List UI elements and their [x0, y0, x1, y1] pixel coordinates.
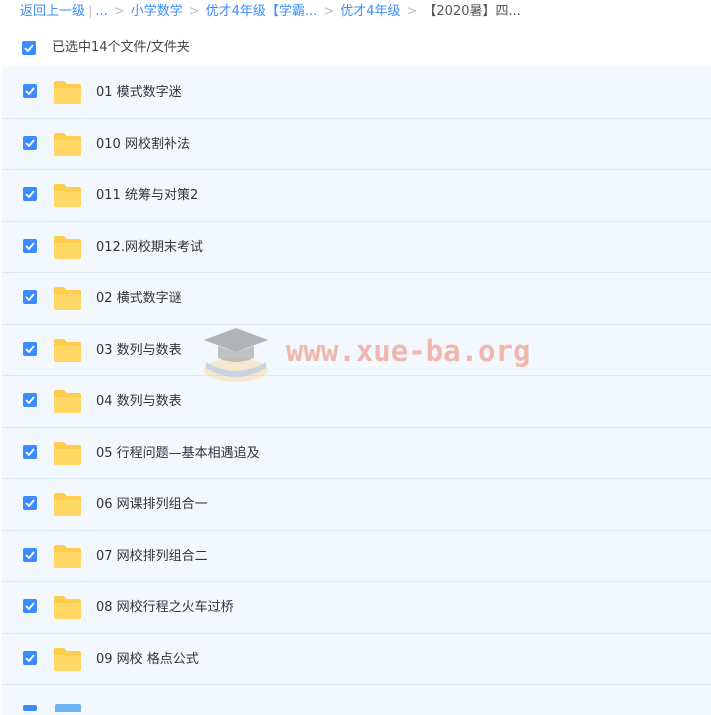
file-name[interactable]: 02 横式数字谜: [96, 289, 182, 309]
breadcrumb-divider: |: [88, 4, 93, 19]
file-row[interactable]: 07 网校排列组合二: [2, 530, 711, 582]
breadcrumb-item-1[interactable]: 小学数学: [131, 4, 183, 19]
file-name[interactable]: 01 模式数字迷: [96, 83, 182, 103]
file-row[interactable]: 02 横式数字谜: [2, 273, 711, 325]
select-all-checkbox[interactable]: [22, 41, 36, 55]
file-name[interactable]: 012.网校期末考试: [96, 238, 203, 258]
breadcrumb-item-3[interactable]: 优才4年级: [340, 4, 400, 19]
folder-icon: [53, 183, 82, 208]
folder-icon: [53, 595, 82, 620]
selection-count-label: 已选中14个文件/文件夹: [52, 40, 190, 55]
file-checkbox[interactable]: [23, 187, 37, 201]
folder-icon: [53, 544, 82, 569]
folder-icon: [53, 492, 82, 517]
file-name[interactable]: 05 行程问题—基本相遇追及: [96, 444, 260, 464]
file-name[interactable]: 010 网校割补法: [96, 135, 190, 155]
file-name[interactable]: 06 网课排列组合一: [96, 495, 208, 515]
select-all: 已选中14个文件/文件夹: [22, 37, 190, 59]
file-row[interactable]: 03 数列与数表: [2, 324, 711, 376]
file-name[interactable]: 07 网校排列组合二: [96, 547, 208, 567]
folder-icon: [53, 132, 82, 157]
file-name[interactable]: 04 数列与数表: [96, 392, 182, 412]
file-checkbox[interactable]: [23, 238, 37, 253]
file-checkbox[interactable]: [23, 599, 37, 613]
file-row[interactable]: 011 统筹与对策2: [2, 170, 711, 222]
file-row[interactable]: 09 网校 格点公式: [2, 633, 711, 685]
file-checkbox[interactable]: [23, 705, 37, 711]
file-name[interactable]: 09 网校 格点公式: [96, 650, 199, 670]
file-checkbox[interactable]: [23, 547, 37, 562]
file-name[interactable]: 03 数列与数表: [96, 341, 182, 361]
file-checkbox[interactable]: [23, 444, 37, 459]
file-name[interactable]: 011 统筹与对策2: [96, 186, 198, 206]
file-row[interactable]: 05 行程问题—基本相遇追及: [2, 427, 711, 479]
file-row[interactable]: 010 网校割补法: [2, 118, 711, 170]
file-row[interactable]: 01 模式数字迷: [2, 67, 711, 119]
file-list: 01 模式数字迷 010 网校割补法 011 统筹与对策2 012.网校期末考试 02 …: [2, 67, 711, 715]
file-checkbox[interactable]: [23, 84, 37, 98]
folder-icon: [53, 286, 82, 311]
file-row[interactable]: [2, 685, 711, 715]
breadcrumb-ellipsis[interactable]: ...: [95, 4, 107, 19]
file-checkbox[interactable]: [23, 496, 37, 510]
file-checkbox[interactable]: [23, 650, 37, 665]
file-checkbox[interactable]: [23, 341, 37, 356]
file-checkbox[interactable]: [23, 135, 37, 150]
chevron-right-icon: >: [323, 4, 335, 19]
chevron-right-icon: >: [188, 4, 200, 19]
file-row[interactable]: 06 网课排列组合一: [2, 479, 711, 531]
file-row[interactable]: 08 网校行程之火车过桥: [2, 582, 711, 634]
folder-icon: [53, 441, 82, 466]
folder-icon: [53, 338, 82, 363]
breadcrumb: 返回上一级 |... > 小学数学 > 优才4年级【学霸... > 优才4年级 > 【2020暑】…: [20, 0, 521, 24]
folder-icon: [53, 235, 82, 260]
file-row[interactable]: 04 数列与数表: [2, 376, 711, 428]
file-row[interactable]: 012.网校期末考试: [2, 221, 711, 273]
folder-icon: [53, 389, 82, 414]
breadcrumb-current: 【2020暑】四...: [423, 4, 521, 19]
file-checkbox[interactable]: [23, 393, 37, 407]
breadcrumb-item-2[interactable]: 优才4年级【学霸...: [206, 4, 318, 19]
file-checkbox[interactable]: [23, 290, 37, 304]
folder-icon: [53, 80, 82, 105]
file-name[interactable]: 08 网校行程之火车过桥: [96, 598, 234, 618]
file-icon: [55, 704, 81, 712]
folder-icon: [53, 647, 82, 672]
chevron-right-icon: >: [113, 4, 125, 19]
back-link[interactable]: 返回上一级: [20, 4, 85, 19]
chevron-right-icon: >: [406, 4, 418, 19]
